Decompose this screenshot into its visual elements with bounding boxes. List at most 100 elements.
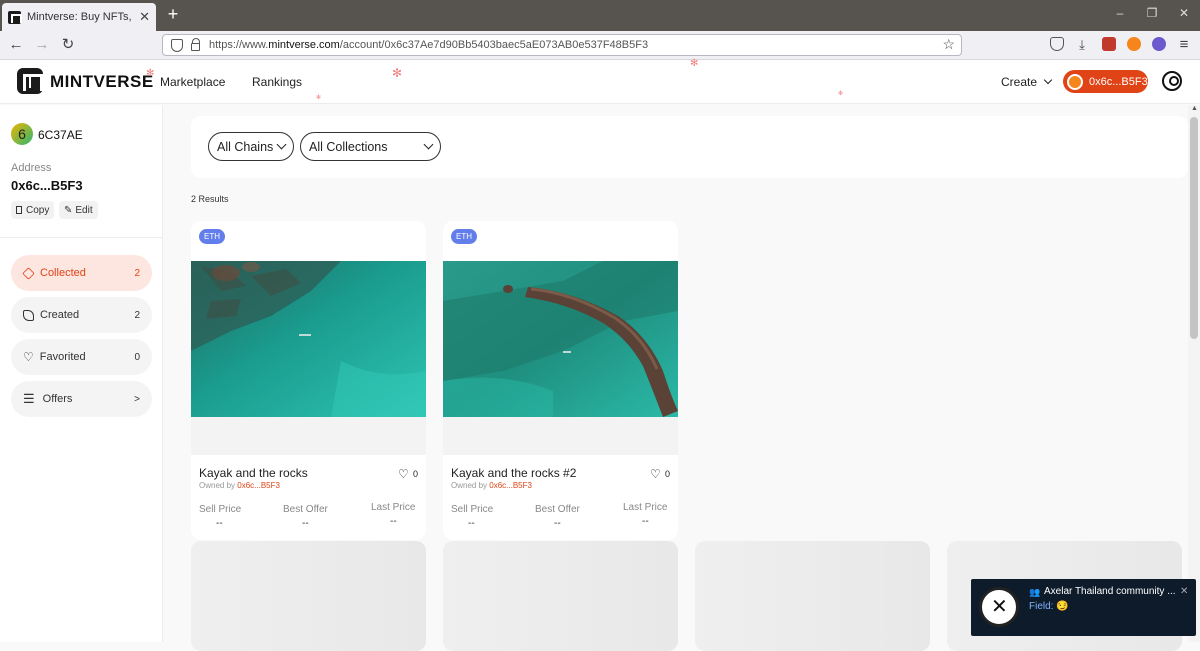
nft-card[interactable]: ETH Kayak and the rocks #2 ♡ 0 Owned by … xyxy=(443,221,678,540)
create-menu-button[interactable]: Create xyxy=(1001,75,1053,89)
bookmark-star-icon[interactable]: ☆ xyxy=(942,36,955,53)
favorite-heart-icon[interactable]: ♡ xyxy=(650,467,661,481)
loading-card-skeleton xyxy=(695,541,930,651)
like-count: 0 xyxy=(413,469,419,479)
favorite-heart-icon[interactable]: ♡ xyxy=(398,467,409,481)
last-price-value: -- xyxy=(642,516,649,527)
nft-name[interactable]: Kayak and the rocks xyxy=(199,466,308,480)
sidebar-divider xyxy=(0,237,163,238)
collection-filter-value: All Collections xyxy=(309,139,388,154)
media-placeholder xyxy=(443,417,678,455)
best-offer-label: Best Offer xyxy=(283,504,328,515)
sidebar-item-count: 0 xyxy=(134,351,140,363)
sidebar-item-label: Offers xyxy=(42,393,73,405)
address-value: 0x6c...B5F3 xyxy=(11,178,83,193)
maximize-icon[interactable]: ❐ xyxy=(1137,6,1167,20)
menu-icon[interactable]: ≡ xyxy=(1174,35,1194,55)
nav-marketplace[interactable]: Marketplace xyxy=(160,75,225,89)
nft-name[interactable]: Kayak and the rocks #2 xyxy=(451,466,576,480)
pencil-icon: ✎ xyxy=(64,204,73,216)
sidebar-item-created[interactable]: Created 2 xyxy=(11,297,152,333)
site-logo-text[interactable]: MINTVERSE xyxy=(50,72,154,92)
site-favicon-icon xyxy=(8,10,22,24)
snowflake-decoration-icon: ✻ xyxy=(316,95,322,101)
sidebar-item-offers[interactable]: ☰ Offers > xyxy=(11,381,152,417)
mintverse-logo-icon[interactable] xyxy=(17,68,43,94)
browser-tab[interactable]: Mintverse: Buy NFTs, gaming ite ✕ xyxy=(2,3,156,31)
back-icon[interactable]: ← xyxy=(6,35,26,55)
sidebar-item-count: 2 xyxy=(134,309,140,321)
copy-address-button[interactable]: Copy xyxy=(11,201,55,219)
chain-badge: ETH xyxy=(199,229,225,244)
browser-toolbar: ← → ↻ https://www.mintverse.com/account/… xyxy=(0,31,1200,60)
scrollbar-thumb[interactable] xyxy=(1190,117,1198,339)
sell-price-label: Sell Price xyxy=(199,504,242,515)
site-header: MINTVERSE ✻ ✻ ✻ ✻ ✻ Marketplace Rankings… xyxy=(0,58,1200,104)
forward-icon[interactable]: → xyxy=(32,35,52,55)
notification-toast[interactable]: 👥 Axelar Thailand community ... ✕ Field:… xyxy=(971,579,1196,636)
address-label: Address xyxy=(11,162,52,174)
nft-image[interactable] xyxy=(443,261,678,417)
chain-filter-value: All Chains xyxy=(217,139,274,154)
sidebar-item-collected[interactable]: Collected 2 xyxy=(11,255,152,291)
best-offer-value: -- xyxy=(302,518,309,529)
wallet-button[interactable]: 0x6c...B5F3 xyxy=(1063,70,1148,93)
results-count: 2 Results xyxy=(191,194,229,204)
chain-badge: ETH xyxy=(451,229,477,244)
account-name: 6C37AE xyxy=(38,128,83,142)
toast-title: Axelar Thailand community ... xyxy=(1044,586,1176,597)
owner-link[interactable]: 0x6c...B5F3 xyxy=(489,481,532,490)
create-label: Create xyxy=(1001,75,1038,89)
tab-close-icon[interactable]: ✕ xyxy=(139,9,150,25)
account-sidebar: 6 6C37AE Address 0x6c...B5F3 Copy ✎ Edit… xyxy=(0,105,163,642)
media-placeholder xyxy=(191,417,426,455)
chevron-down-icon xyxy=(1044,75,1053,85)
new-tab-button[interactable]: + xyxy=(164,4,182,26)
address-bar[interactable]: https://www.mintverse.com/account/0x6c37… xyxy=(162,34,962,56)
best-offer-label: Best Offer xyxy=(535,504,580,515)
lock-icon[interactable] xyxy=(191,38,200,51)
sell-price-value: -- xyxy=(216,518,223,529)
window-close-icon[interactable]: ✕ xyxy=(1169,6,1199,20)
toast-field-value: 😏 xyxy=(1056,601,1069,612)
edit-label: Edit xyxy=(75,204,93,216)
nft-image[interactable] xyxy=(191,261,426,417)
edit-profile-button[interactable]: ✎ Edit xyxy=(59,201,98,219)
scroll-up-icon[interactable]: ▲ xyxy=(1191,105,1198,112)
metamask-extension-icon[interactable] xyxy=(1127,37,1141,51)
tab-title: Mintverse: Buy NFTs, gaming ite xyxy=(27,11,135,23)
last-price-value: -- xyxy=(390,516,397,527)
sidebar-item-label: Collected xyxy=(40,267,86,279)
avatar: 6 xyxy=(11,123,33,145)
snowflake-decoration-icon: ✻ xyxy=(392,66,403,80)
download-icon[interactable]: ⤓ xyxy=(1072,35,1092,55)
sidebar-item-label: Created xyxy=(40,309,80,321)
filter-bar: All Chains All Collections xyxy=(191,116,1188,178)
tag-icon xyxy=(23,309,34,321)
chevron-right-icon: > xyxy=(134,393,140,405)
toast-message: Field: 😏 xyxy=(1029,601,1069,612)
page-scrollbar[interactable]: ▲ xyxy=(1188,105,1200,642)
snowflake-decoration-icon: ✻ xyxy=(146,68,155,79)
owner-link[interactable]: 0x6c...B5F3 xyxy=(237,481,280,490)
toast-close-icon[interactable]: ✕ xyxy=(1180,586,1188,597)
extension-avatar-icon[interactable] xyxy=(1152,37,1166,51)
extension-icon[interactable] xyxy=(1102,37,1116,51)
url-text[interactable]: https://www.mintverse.com/account/0x6c37… xyxy=(209,39,648,51)
collection-filter-select[interactable]: All Collections xyxy=(300,132,441,161)
reload-icon[interactable]: ↻ xyxy=(58,35,78,55)
minimize-icon[interactable]: – xyxy=(1105,6,1135,20)
heart-icon: ♡ xyxy=(23,350,34,364)
nav-rankings[interactable]: Rankings xyxy=(252,75,302,89)
loading-card-skeleton xyxy=(191,541,426,651)
copy-label: Copy xyxy=(26,204,50,216)
sidebar-item-label: Favorited xyxy=(39,351,86,363)
browser-tab-bar: Mintverse: Buy NFTs, gaming ite ✕ + – ❐ … xyxy=(0,0,1200,31)
snowflake-decoration-icon: ✻ xyxy=(838,91,844,97)
chain-filter-select[interactable]: All Chains xyxy=(208,132,294,161)
nft-card[interactable]: ETH Kayak and the rocks ♡ 0 Owned by 0x6… xyxy=(191,221,426,540)
pocket-icon[interactable] xyxy=(1050,37,1064,51)
user-profile-icon[interactable] xyxy=(1162,71,1182,91)
sidebar-item-favorited[interactable]: ♡ Favorited 0 xyxy=(11,339,152,375)
tracking-shield-icon[interactable] xyxy=(171,38,183,52)
